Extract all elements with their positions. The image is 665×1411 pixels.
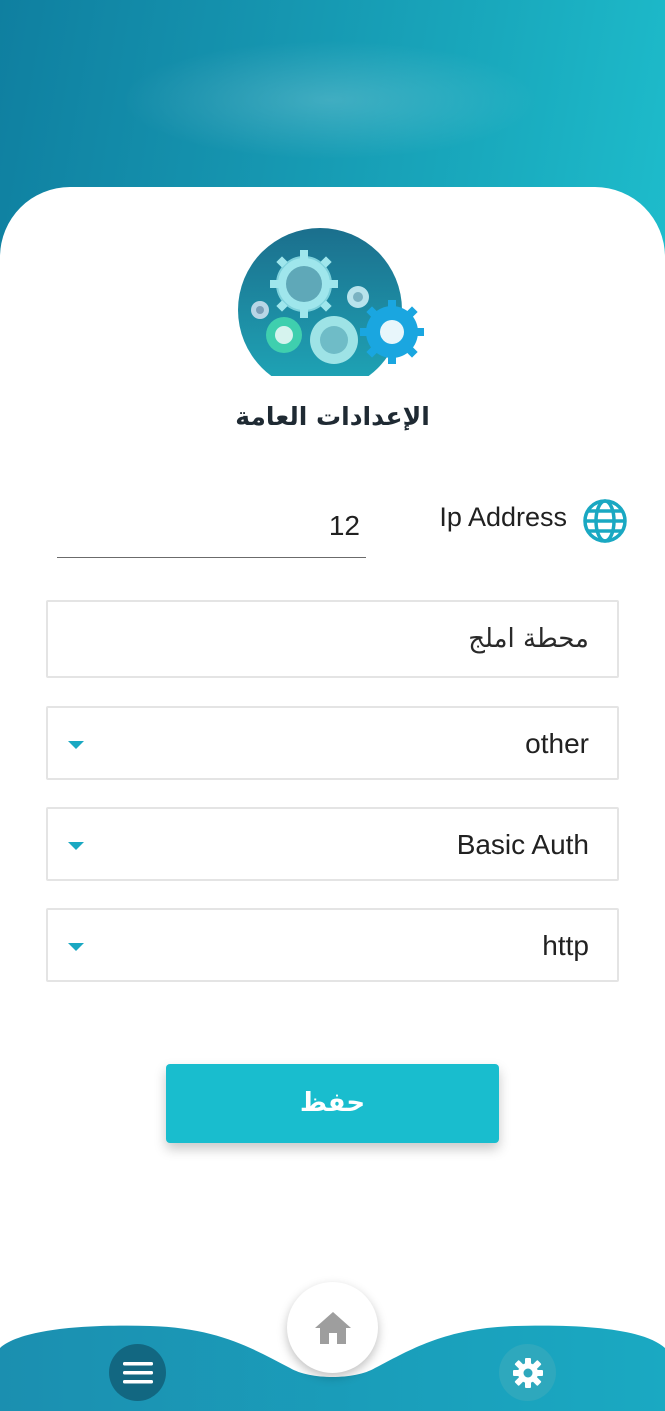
- ip-address-row: Ip Address: [0, 494, 665, 564]
- menu-icon: [122, 1361, 153, 1383]
- ip-address-label: Ip Address: [439, 502, 567, 532]
- dropdown-arrow-icon: [68, 741, 84, 749]
- dropdown-arrow-icon: [68, 842, 84, 850]
- save-button[interactable]: حفظ: [166, 1064, 499, 1143]
- settings-screen: الإعدادات العامة Ip Address محطة املج ot…: [0, 0, 665, 1411]
- page-title: الإعدادات العامة: [235, 402, 430, 431]
- gears-icon: [238, 228, 424, 376]
- dropdown-arrow-icon: [68, 943, 84, 951]
- bottom-nav: [0, 1280, 665, 1411]
- header-glow: [120, 40, 540, 160]
- auth-select-value: Basic Auth: [456, 829, 589, 860]
- ip-address-input[interactable]: [57, 494, 366, 558]
- station-name-value: محطة املج: [468, 624, 589, 654]
- menu-button[interactable]: [109, 1344, 166, 1401]
- settings-button[interactable]: [499, 1344, 556, 1401]
- protocol-select-value: http: [542, 930, 589, 961]
- home-icon: [314, 1311, 351, 1344]
- station-name-field[interactable]: محطة املج: [46, 600, 619, 678]
- protocol-select[interactable]: http: [46, 908, 619, 982]
- home-button[interactable]: [287, 1282, 378, 1373]
- type-select[interactable]: other: [46, 706, 619, 780]
- auth-select[interactable]: Basic Auth: [46, 807, 619, 881]
- globe-icon: [583, 499, 627, 543]
- type-select-value: other: [525, 728, 589, 759]
- settings-icon: [512, 1357, 543, 1388]
